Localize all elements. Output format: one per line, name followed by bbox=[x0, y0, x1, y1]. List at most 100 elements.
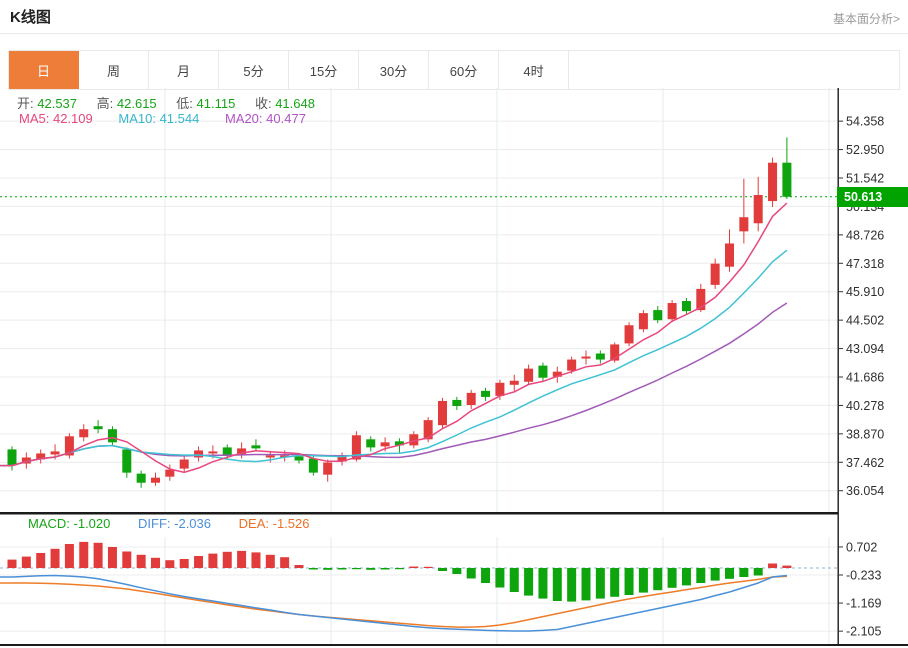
macd-hist-bar bbox=[768, 564, 777, 569]
high-value: 42.615 bbox=[117, 96, 157, 111]
ma5-label: MA5: bbox=[19, 111, 49, 126]
candle[interactable] bbox=[524, 369, 533, 382]
macd-hist-bar bbox=[782, 566, 791, 568]
y-axis-tick-label: -1.169 bbox=[846, 597, 881, 611]
tab-day[interactable]: 日 bbox=[9, 51, 79, 89]
candle[interactable] bbox=[194, 450, 203, 457]
macd-hist-bar bbox=[180, 559, 189, 568]
candle[interactable] bbox=[495, 383, 504, 396]
candle[interactable] bbox=[725, 243, 734, 266]
y-axis-tick-label: 54.358 bbox=[846, 115, 884, 129]
macd-hist-bar bbox=[567, 568, 576, 602]
diff-value: -2.036 bbox=[174, 516, 211, 531]
close-value: 41.648 bbox=[275, 96, 315, 111]
tab-4hour[interactable]: 4时 bbox=[499, 51, 569, 89]
candle[interactable] bbox=[711, 264, 720, 285]
candle[interactable] bbox=[625, 325, 634, 343]
tab-month[interactable]: 月 bbox=[149, 51, 219, 89]
macd-hist-bar bbox=[725, 568, 734, 579]
candle[interactable] bbox=[366, 439, 375, 447]
tab-15min[interactable]: 15分 bbox=[289, 51, 359, 89]
macd-hist-bar bbox=[639, 568, 648, 593]
macd-hist-bar bbox=[582, 568, 591, 600]
y-axis-tick-label: 36.054 bbox=[846, 484, 884, 498]
candle[interactable] bbox=[151, 478, 160, 483]
macd-hist-bar bbox=[36, 553, 45, 568]
candle[interactable] bbox=[582, 357, 591, 359]
candle[interactable] bbox=[653, 310, 662, 320]
macd-hist-bar bbox=[625, 568, 634, 595]
candle[interactable] bbox=[295, 456, 304, 460]
macd-hist-bar bbox=[438, 568, 447, 571]
macd-hist-bar bbox=[151, 558, 160, 568]
macd-hist-bar bbox=[524, 568, 533, 596]
candle[interactable] bbox=[180, 460, 189, 469]
macd-hist-bar bbox=[295, 565, 304, 568]
macd-label: MACD: bbox=[28, 516, 70, 531]
tab-60min[interactable]: 60分 bbox=[429, 51, 499, 89]
macd-hist-bar bbox=[280, 557, 289, 568]
tab-week[interactable]: 周 bbox=[79, 51, 149, 89]
ma20-pair: MA20: 40.477 bbox=[225, 111, 306, 126]
tab-30min[interactable]: 30分 bbox=[359, 51, 429, 89]
macd-hist-bar bbox=[424, 567, 433, 568]
macd-hist-bar bbox=[481, 568, 490, 583]
candle[interactable] bbox=[108, 429, 117, 442]
candle[interactable] bbox=[682, 301, 691, 311]
candle[interactable] bbox=[567, 360, 576, 371]
candle[interactable] bbox=[165, 470, 174, 477]
macd-value: -1.020 bbox=[74, 516, 111, 531]
low-label: 低: bbox=[176, 96, 193, 111]
kline-page: K线图 基本面分析> 日 周 月 5分 15分 30分 60分 4时 54.35… bbox=[0, 0, 908, 648]
candle[interactable] bbox=[323, 463, 332, 475]
candle[interactable] bbox=[122, 449, 131, 472]
candle[interactable] bbox=[94, 426, 103, 429]
candle[interactable] bbox=[668, 303, 677, 319]
candle[interactable] bbox=[739, 217, 748, 231]
candle[interactable] bbox=[782, 163, 791, 197]
macd-hist-bar bbox=[739, 568, 748, 577]
title-divider bbox=[0, 33, 908, 34]
candle[interactable] bbox=[596, 354, 605, 360]
candle[interactable] bbox=[309, 458, 318, 472]
candle[interactable] bbox=[510, 381, 519, 385]
candle[interactable] bbox=[639, 313, 648, 329]
candle[interactable] bbox=[754, 195, 763, 223]
candle[interactable] bbox=[538, 366, 547, 378]
candle[interactable] bbox=[768, 163, 777, 201]
candle[interactable] bbox=[51, 451, 60, 454]
macd-hist-bar bbox=[208, 554, 217, 568]
ma20-line bbox=[0, 303, 787, 466]
candle[interactable] bbox=[381, 442, 390, 446]
candle[interactable] bbox=[137, 474, 146, 483]
macd-hist-bar bbox=[510, 568, 519, 592]
pane-separator bbox=[0, 512, 838, 515]
macd-hist-bar bbox=[668, 568, 677, 588]
macd-hist-bar bbox=[711, 568, 720, 581]
macd-hist-bar bbox=[409, 567, 418, 569]
macd-hist-bar bbox=[610, 568, 619, 597]
ma5-value: 42.109 bbox=[53, 111, 93, 126]
candle[interactable] bbox=[481, 391, 490, 397]
macd-hist-bar bbox=[323, 568, 332, 570]
y-axis-tick-label: 47.318 bbox=[846, 257, 884, 271]
macd-hist-bar bbox=[653, 568, 662, 590]
candle[interactable] bbox=[223, 447, 232, 455]
tab-5min[interactable]: 5分 bbox=[219, 51, 289, 89]
kline-chart-canvas[interactable]: 54.35852.95051.54250.13448.72647.31845.9… bbox=[0, 88, 908, 648]
macd-hist-bar bbox=[137, 555, 146, 568]
open-label: 开: bbox=[17, 96, 34, 111]
candle[interactable] bbox=[438, 401, 447, 425]
macd-hist-bar bbox=[79, 542, 88, 568]
fundamental-analysis-link[interactable]: 基本面分析> bbox=[833, 10, 900, 27]
candle[interactable] bbox=[266, 455, 275, 457]
candle[interactable] bbox=[452, 400, 461, 406]
candle[interactable] bbox=[467, 393, 476, 405]
macd-hist-bar bbox=[682, 568, 691, 585]
macd-hist-bar bbox=[553, 568, 562, 601]
candle[interactable] bbox=[79, 429, 88, 437]
y-axis-line bbox=[838, 88, 839, 646]
candle[interactable] bbox=[208, 451, 217, 453]
candle[interactable] bbox=[8, 449, 17, 465]
candle[interactable] bbox=[251, 445, 260, 448]
